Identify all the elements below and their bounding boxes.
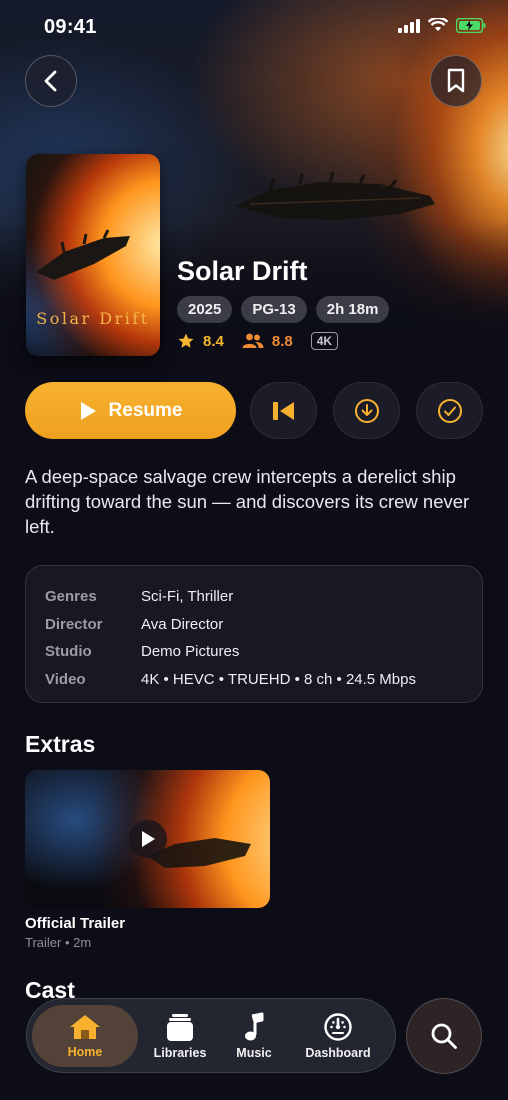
libraries-icon — [167, 1014, 193, 1041]
mark-watched-button[interactable] — [416, 382, 483, 439]
signal-icon — [398, 18, 420, 33]
detail-value: Ava Director — [141, 615, 224, 633]
critic-score: 8.4 — [203, 332, 224, 350]
poster-title: Solar Drift — [36, 309, 150, 328]
nav-item-libraries[interactable]: Libraries — [138, 1005, 222, 1067]
detail-value: Demo Pictures — [141, 643, 240, 661]
bottom-nav: Home Libraries Music Dashboard — [26, 998, 396, 1073]
audience-icon — [242, 333, 264, 348]
nav-label: Dashboard — [305, 1046, 371, 1060]
wifi-icon — [428, 18, 448, 31]
skip-back-icon — [272, 401, 294, 420]
ratings-row: 8.4 8.8 4K — [177, 330, 339, 352]
detail-row-video: Video 4K • HEVC • TRUEHD • 8 ch • 24.5 M… — [45, 666, 482, 694]
detail-row-director: Director Ava Director — [45, 611, 482, 639]
restart-button[interactable] — [250, 382, 317, 439]
movie-poster: Solar Drift — [26, 154, 160, 356]
detail-value: 4K • HEVC • TRUEHD • 8 ch • 24.5 Mbps — [141, 670, 416, 688]
play-icon — [142, 831, 155, 847]
trailer-subtitle: Trailer • 2m — [25, 935, 92, 950]
download-icon — [354, 398, 379, 423]
nav-item-dashboard[interactable]: Dashboard — [292, 1005, 384, 1067]
nav-label: Home — [67, 1045, 103, 1059]
download-button[interactable] — [333, 382, 400, 439]
resume-label: Resume — [108, 399, 183, 421]
extras-heading: Extras — [25, 731, 96, 757]
play-icon — [80, 401, 96, 420]
bookmark-icon — [447, 68, 465, 93]
trailer-play-button[interactable] — [129, 820, 167, 858]
meta-chips: 2025 PG-13 2h 18m — [177, 296, 390, 323]
nav-label: Libraries — [153, 1046, 207, 1060]
star-icon — [178, 333, 194, 348]
nav-item-home[interactable]: Home — [32, 1005, 138, 1067]
runtime-chip: 2h 18m — [315, 296, 390, 323]
synopsis: A deep-space salvage crew intercepts a d… — [25, 466, 470, 537]
back-button[interactable] — [25, 55, 77, 107]
detail-value: Sci-Fi, Thriller — [141, 588, 234, 606]
detail-key: Video — [45, 670, 86, 688]
battery-icon — [456, 18, 486, 33]
status-bar: 09:41 — [0, 0, 508, 54]
bookmark-button[interactable] — [430, 55, 482, 107]
trailer-title: Official Trailer — [25, 915, 126, 932]
nav-label: Music — [236, 1046, 272, 1060]
dashboard-icon — [324, 1013, 352, 1041]
trailer-thumbnail[interactable] — [25, 770, 270, 908]
movie-title: Solar Drift — [177, 256, 308, 286]
details-card: Genres Sci-Fi, Thriller Director Ava Dir… — [25, 565, 483, 703]
poster-ship-icon — [36, 229, 130, 280]
audience-score: 8.8 — [271, 332, 293, 350]
detail-key: Director — [45, 615, 103, 633]
search-button[interactable] — [406, 998, 482, 1074]
detail-row-studio: Studio Demo Pictures — [45, 638, 482, 666]
search-icon — [431, 1023, 457, 1049]
rating-chip: PG-13 — [241, 296, 307, 323]
music-note-icon — [245, 1012, 264, 1041]
detail-row-genres: Genres Sci-Fi, Thriller — [45, 583, 482, 611]
quality-badge: 4K — [310, 332, 339, 350]
status-time: 09:41 — [44, 16, 97, 38]
detail-key: Genres — [45, 588, 97, 606]
detail-key: Studio — [45, 643, 92, 661]
nav-item-music[interactable]: Music — [224, 1005, 284, 1067]
status-icons — [398, 18, 486, 33]
year-chip: 2025 — [177, 296, 233, 323]
check-circle-icon — [437, 398, 462, 423]
resume-button[interactable]: Resume — [25, 382, 236, 439]
chevron-left-icon — [44, 70, 57, 92]
ship-illustration — [235, 171, 435, 220]
home-icon — [70, 1015, 100, 1039]
